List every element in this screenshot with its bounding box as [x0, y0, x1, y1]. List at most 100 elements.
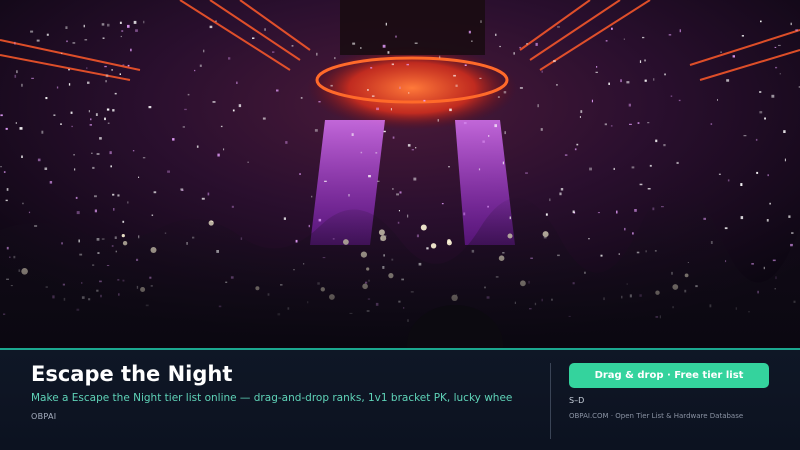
confetti-piece — [649, 164, 652, 167]
confetti-piece — [5, 127, 8, 130]
confetti-piece — [639, 60, 642, 63]
confetti-piece — [94, 195, 97, 198]
confetti-piece — [631, 166, 635, 169]
confetti-piece — [759, 91, 762, 93]
confetti-piece — [751, 263, 754, 265]
confetti-piece — [479, 77, 482, 79]
confetti-piece — [6, 188, 9, 191]
confetti-piece — [209, 25, 213, 29]
confetti-piece — [795, 29, 798, 32]
confetti-piece — [560, 188, 564, 191]
confetti-piece — [41, 130, 44, 134]
confetti-piece — [5, 199, 8, 202]
confetti-piece — [629, 123, 632, 125]
confetti-piece — [387, 51, 390, 54]
confetti-piece — [49, 181, 53, 184]
concert-scene — [0, 0, 800, 348]
confetti-piece — [133, 20, 137, 24]
confetti-piece — [86, 67, 88, 69]
confetti-piece — [187, 93, 190, 96]
confetti-piece — [779, 73, 781, 75]
confetti-piece — [740, 183, 743, 186]
confetti-piece — [632, 232, 634, 235]
confetti-piece — [44, 167, 48, 170]
confetti-piece — [299, 173, 301, 175]
confetti-piece — [142, 157, 146, 159]
confetti-piece — [664, 73, 666, 76]
confetti-piece — [392, 188, 394, 190]
confetti-piece — [37, 158, 41, 162]
confetti-piece — [574, 148, 577, 151]
confetti-piece — [495, 33, 497, 36]
confetti-piece — [426, 247, 429, 250]
confetti-piece — [371, 95, 375, 97]
site-tagline: OBPAI.COM · Open Tier List & Hardware Da… — [569, 412, 744, 420]
confetti-piece — [14, 41, 16, 45]
confetti-piece — [604, 123, 607, 126]
confetti-piece — [348, 194, 350, 197]
confetti-piece — [717, 99, 718, 101]
confetti-piece — [114, 236, 117, 239]
confetti-piece — [375, 152, 378, 154]
confetti-piece — [247, 161, 249, 163]
confetti-piece — [180, 188, 184, 191]
confetti-piece — [591, 99, 593, 103]
confetti-piece — [94, 209, 97, 213]
confetti-piece — [411, 149, 414, 151]
confetti-piece — [207, 192, 210, 196]
confetti-piece — [439, 55, 441, 59]
confetti-piece — [122, 64, 125, 66]
confetti-piece — [107, 122, 110, 124]
confetti-piece — [668, 34, 672, 36]
confetti-piece — [203, 49, 205, 53]
confetti-piece — [743, 135, 747, 137]
confetti-piece — [70, 111, 73, 114]
hero-image — [0, 0, 800, 348]
confetti-piece — [231, 205, 234, 208]
confetti-piece — [75, 196, 78, 199]
confetti-piece — [639, 183, 643, 186]
confetti-piece — [105, 80, 107, 83]
confetti-piece — [215, 20, 217, 22]
confetti-piece — [113, 208, 115, 211]
confetti-piece — [455, 84, 458, 87]
confetti-piece — [610, 125, 613, 127]
confetti-piece — [423, 99, 426, 102]
confetti-piece — [87, 81, 90, 84]
confetti-piece — [368, 175, 371, 178]
confetti-piece — [653, 78, 655, 81]
confetti-piece — [549, 198, 551, 202]
confetti-piece — [104, 65, 107, 68]
confetti-piece — [624, 227, 626, 231]
confetti-piece — [74, 168, 76, 171]
confetti-piece — [623, 38, 625, 40]
confetti-piece — [642, 36, 645, 39]
confetti-piece — [132, 150, 135, 152]
confetti-piece — [382, 44, 386, 48]
confetti-piece — [21, 155, 23, 158]
confetti-piece — [395, 35, 397, 38]
confetti-piece — [589, 167, 592, 171]
confetti-piece — [540, 128, 543, 131]
confetti-piece — [494, 124, 497, 128]
confetti-piece — [223, 148, 225, 151]
confetti-piece — [600, 254, 603, 257]
confetti-piece — [413, 177, 417, 181]
confetti-piece — [138, 176, 140, 178]
confetti-piece — [448, 166, 450, 168]
confetti-piece — [397, 221, 400, 224]
confetti-piece — [31, 77, 34, 79]
confetti-piece — [406, 63, 409, 66]
confetti-piece — [143, 20, 145, 24]
confetti-piece — [106, 108, 110, 111]
confetti-piece — [127, 64, 130, 67]
confetti-piece — [300, 97, 303, 99]
confetti-piece — [377, 180, 380, 182]
confetti-piece — [53, 114, 56, 116]
confetti-piece — [537, 104, 539, 108]
create-tier-list-button[interactable]: Drag & drop · Free tier list — [569, 363, 769, 388]
confetti-piece — [676, 161, 679, 164]
confetti-piece — [112, 193, 115, 196]
brand-label: OBPAI — [31, 412, 57, 421]
confetti-piece — [415, 147, 417, 149]
